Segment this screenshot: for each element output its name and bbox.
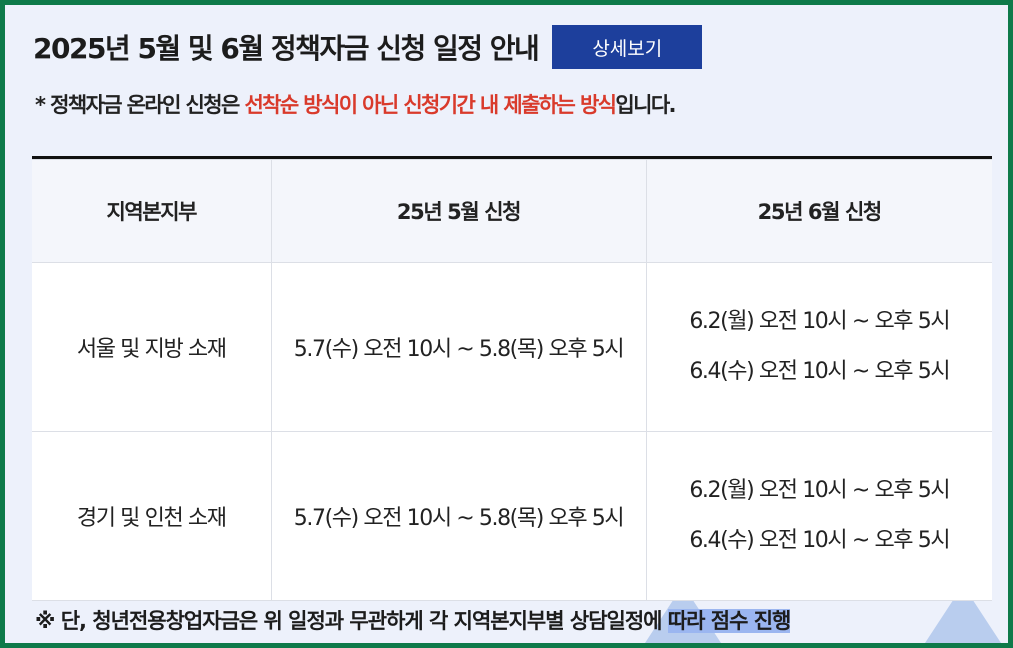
notice-suffix: 입니다.: [615, 93, 676, 117]
region-cell: 서울 및 지방 소재: [32, 262, 272, 432]
notice-emphasis: 선착순 방식이 아닌 신청기간 내 제출하는 방식: [244, 93, 617, 117]
june-date-line: 6.2(월) 오전 10시 ~ 오후 5시: [689, 309, 950, 334]
header-may: 25년 5월 신청: [270, 159, 647, 263]
june-date-line: 6.2(월) 오전 10시 ~ 오후 5시: [689, 478, 950, 503]
may-schedule-cell: 5.7(수) 오전 10시 ~ 5.8(목) 오후 5시: [270, 262, 647, 432]
notice-text: * 정책자금 온라인 신청은 선착순 방식이 아닌 신청기간 내 제출하는 방식…: [35, 89, 677, 119]
table-header-row: 지역본지부 25년 5월 신청 25년 6월 신청: [32, 159, 992, 263]
june-schedule-cell: 6.2(월) 오전 10시 ~ 오후 5시 6.4(수) 오전 10시 ~ 오후…: [645, 262, 992, 432]
region-cell: 경기 및 인천 소재: [32, 431, 272, 601]
notice-prefix: * 정책자금 온라인 신청은: [35, 93, 245, 117]
footnote-highlight: 따라 점수 진행: [667, 609, 791, 633]
footnote: ※ 단, 청년전용창업자금은 위 일정과 무관하게 각 지역본지부별 상담일정에…: [35, 605, 791, 635]
header: 2025년 5월 및 6월 정책자금 신청 일정 안내 상세보기: [33, 25, 703, 69]
may-schedule-cell: 5.7(수) 오전 10시 ~ 5.8(목) 오후 5시: [270, 431, 647, 601]
page-title: 2025년 5월 및 6월 정책자금 신청 일정 안내: [33, 32, 540, 65]
detail-view-button[interactable]: 상세보기: [552, 25, 703, 69]
june-schedule-cell: 6.2(월) 오전 10시 ~ 오후 5시 6.4(수) 오전 10시 ~ 오후…: [645, 431, 992, 601]
notice-panel: 2025년 5월 및 6월 정책자금 신청 일정 안내 상세보기 * 정책자금 …: [0, 0, 1013, 648]
schedule-table: 지역본지부 25년 5월 신청 25년 6월 신청 서울 및 지방 소재 5.7…: [32, 156, 992, 601]
table-row: 서울 및 지방 소재 5.7(수) 오전 10시 ~ 5.8(목) 오후 5시 …: [32, 262, 992, 432]
header-june: 25년 6월 신청: [645, 159, 992, 263]
header-region: 지역본지부: [32, 159, 272, 263]
june-date-line: 6.4(수) 오전 10시 ~ 오후 5시: [689, 359, 950, 384]
footnote-text: ※ 단, 청년전용창업자금은 위 일정과 무관하게 각 지역본지부별 상담일정에: [35, 609, 668, 633]
june-date-line: 6.4(수) 오전 10시 ~ 오후 5시: [689, 528, 950, 553]
table-row: 경기 및 인천 소재 5.7(수) 오전 10시 ~ 5.8(목) 오후 5시 …: [32, 431, 992, 601]
